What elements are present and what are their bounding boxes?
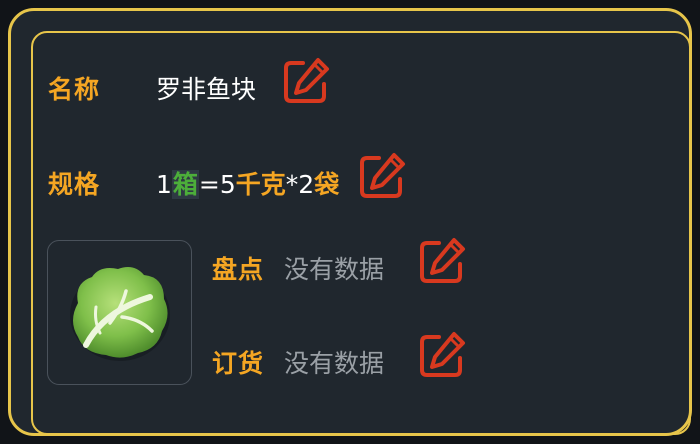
order-label: 订货 bbox=[212, 349, 265, 378]
inventory-value: 没有数据 bbox=[284, 255, 385, 284]
inventory-label: 盘点 bbox=[212, 255, 265, 284]
spec-label: 规格 bbox=[48, 170, 101, 199]
edit-inventory-button[interactable] bbox=[418, 235, 468, 285]
edit-icon bbox=[360, 153, 405, 198]
edit-icon bbox=[284, 58, 329, 103]
edit-name-button[interactable] bbox=[282, 55, 332, 105]
spec-times: * bbox=[285, 170, 299, 199]
spec-value: 1箱=5千克*2袋 bbox=[156, 165, 339, 201]
spec-unit3: 袋 bbox=[314, 170, 340, 199]
spec-qty1: 1 bbox=[156, 170, 172, 199]
spec-eq: = bbox=[198, 170, 220, 199]
product-image[interactable] bbox=[47, 240, 192, 385]
spec-qty3: 2 bbox=[298, 170, 315, 199]
edit-order-button[interactable] bbox=[418, 329, 468, 379]
name-label: 名称 bbox=[48, 75, 101, 104]
spec-qty2: 5 bbox=[219, 170, 236, 199]
edit-spec-button[interactable] bbox=[358, 150, 408, 200]
spec-unit2: 千克 bbox=[235, 170, 286, 199]
order-value: 没有数据 bbox=[284, 349, 385, 378]
edit-icon bbox=[420, 332, 465, 377]
spec-unit1: 箱 bbox=[171, 170, 199, 199]
edit-icon bbox=[420, 238, 465, 283]
name-value: 罗非鱼块 bbox=[156, 75, 257, 104]
cabbage-icon bbox=[70, 267, 170, 361]
